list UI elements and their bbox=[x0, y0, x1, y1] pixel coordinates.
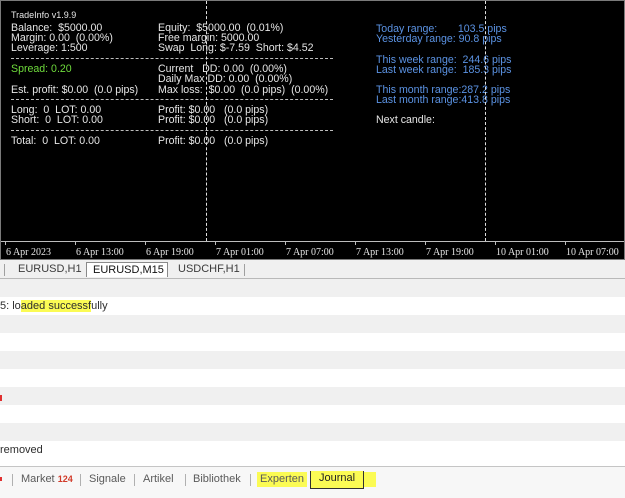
separator-line bbox=[11, 99, 333, 100]
tab-market[interactable]: Market 124 bbox=[21, 472, 73, 487]
short-text: Short: 0 LOT: 0.00 bbox=[11, 114, 103, 126]
tab-separator bbox=[250, 474, 251, 486]
log-text: removed bbox=[0, 444, 43, 456]
highlighted-text: aded successf bbox=[20, 300, 92, 312]
log-row[interactable] bbox=[0, 351, 625, 369]
tab-market-label: Market bbox=[21, 473, 55, 485]
axis-tick bbox=[425, 242, 426, 245]
journal-log[interactable]: 5: loaded successfully removed bbox=[0, 279, 625, 466]
log-row[interactable] bbox=[0, 369, 625, 387]
profit-short-text: Profit: $0.00 (0.0 pips) bbox=[158, 114, 269, 126]
indicator-title: TradeInfo v1.9.9 bbox=[11, 10, 77, 20]
log-row[interactable] bbox=[0, 405, 625, 423]
period-divider bbox=[485, 1, 486, 241]
tab-signale[interactable]: Signale bbox=[89, 472, 126, 487]
chart-tab-bar: EURUSD,H1 EURUSD,M15 USDCHF,H1 bbox=[0, 260, 625, 279]
time-label: 7 Apr 19:00 bbox=[426, 247, 474, 258]
spread-text: Spread: 0.20 bbox=[11, 63, 72, 75]
axis-tick bbox=[75, 242, 76, 245]
tab-journal[interactable]: Journal bbox=[310, 471, 365, 489]
tab-eurusd-m15[interactable]: EURUSD,M15 bbox=[86, 262, 168, 277]
tab-separator bbox=[12, 474, 13, 486]
axis-tick bbox=[565, 242, 566, 245]
time-label: 6 Apr 19:00 bbox=[146, 247, 194, 258]
axis-tick bbox=[285, 242, 286, 245]
last-month-range-text: Last month range:413.8 pips bbox=[376, 94, 511, 106]
next-candle-text: Next candle: bbox=[376, 114, 435, 126]
log-text-prefix: 5: lo bbox=[0, 300, 21, 312]
separator-line bbox=[11, 58, 333, 59]
period-divider bbox=[206, 1, 207, 241]
time-label: 10 Apr 01:00 bbox=[496, 247, 549, 258]
axis-tick bbox=[215, 242, 216, 245]
log-row[interactable] bbox=[0, 387, 625, 405]
tab-separator bbox=[134, 474, 135, 486]
log-row[interactable] bbox=[0, 315, 625, 333]
market-count-badge: 124 bbox=[57, 474, 73, 484]
est-profit-text: Est. profit: $0.00 (0.0 pips) bbox=[11, 84, 139, 96]
axis-tick bbox=[145, 242, 146, 245]
log-row[interactable]: removed bbox=[0, 441, 625, 459]
highlight-mark bbox=[364, 472, 376, 487]
status-marker bbox=[0, 395, 2, 401]
log-row[interactable] bbox=[0, 423, 625, 441]
axis-tick bbox=[5, 242, 6, 245]
log-row[interactable] bbox=[0, 333, 625, 351]
axis-tick bbox=[495, 242, 496, 245]
total-text: Total: 0 LOT: 0.00 bbox=[11, 135, 100, 147]
log-row[interactable] bbox=[0, 279, 625, 297]
time-label: 7 Apr 01:00 bbox=[216, 247, 264, 258]
time-label: 6 Apr 2023 bbox=[6, 247, 51, 258]
axis-tick bbox=[355, 242, 356, 245]
terminal-tab-bar: Market 124 Signale Artikel Bibliothek Ex… bbox=[0, 466, 625, 498]
tab-bibliothek[interactable]: Bibliothek bbox=[193, 472, 241, 487]
separator-line bbox=[11, 130, 333, 131]
tab-separator bbox=[80, 474, 81, 486]
profit-total-text: Profit: $0.00 (0.0 pips) bbox=[158, 135, 269, 147]
tab-separator bbox=[4, 264, 5, 276]
tab-separator bbox=[244, 264, 245, 276]
leverage-text: Leverage: 1:500 bbox=[11, 42, 88, 54]
swap-text: Swap Long: $-7.59 Short: $4.52 bbox=[158, 42, 314, 54]
tab-eurusd-h1[interactable]: EURUSD,H1 bbox=[12, 262, 88, 277]
chart-window[interactable]: TradeInfo v1.9.9 Balance: $5000.00 Margi… bbox=[0, 0, 625, 260]
tab-artikel[interactable]: Artikel bbox=[143, 472, 174, 487]
time-label: 10 Apr 07:00 bbox=[566, 247, 619, 258]
time-label: 7 Apr 13:00 bbox=[356, 247, 404, 258]
yesterday-range-text: Yesterday range: 90.8 pips bbox=[376, 33, 502, 45]
max-loss-text: Max loss: $0.00 (0.0 pips) (0.00%) bbox=[158, 84, 329, 96]
tab-experten[interactable]: Experten bbox=[257, 472, 308, 487]
last-week-range-text: Last week range: 185.3 pips bbox=[376, 64, 512, 76]
time-label: 7 Apr 07:00 bbox=[286, 247, 334, 258]
tab-usdchf-h1[interactable]: USDCHF,H1 bbox=[172, 262, 246, 277]
time-axis: 6 Apr 2023 6 Apr 13:00 6 Apr 19:00 7 Apr… bbox=[1, 241, 624, 259]
tab-separator bbox=[185, 474, 186, 486]
status-marker bbox=[0, 477, 2, 481]
log-row[interactable]: 5: loaded successfully bbox=[0, 297, 625, 315]
log-text-suffix: ully bbox=[91, 300, 108, 312]
time-label: 6 Apr 13:00 bbox=[76, 247, 124, 258]
